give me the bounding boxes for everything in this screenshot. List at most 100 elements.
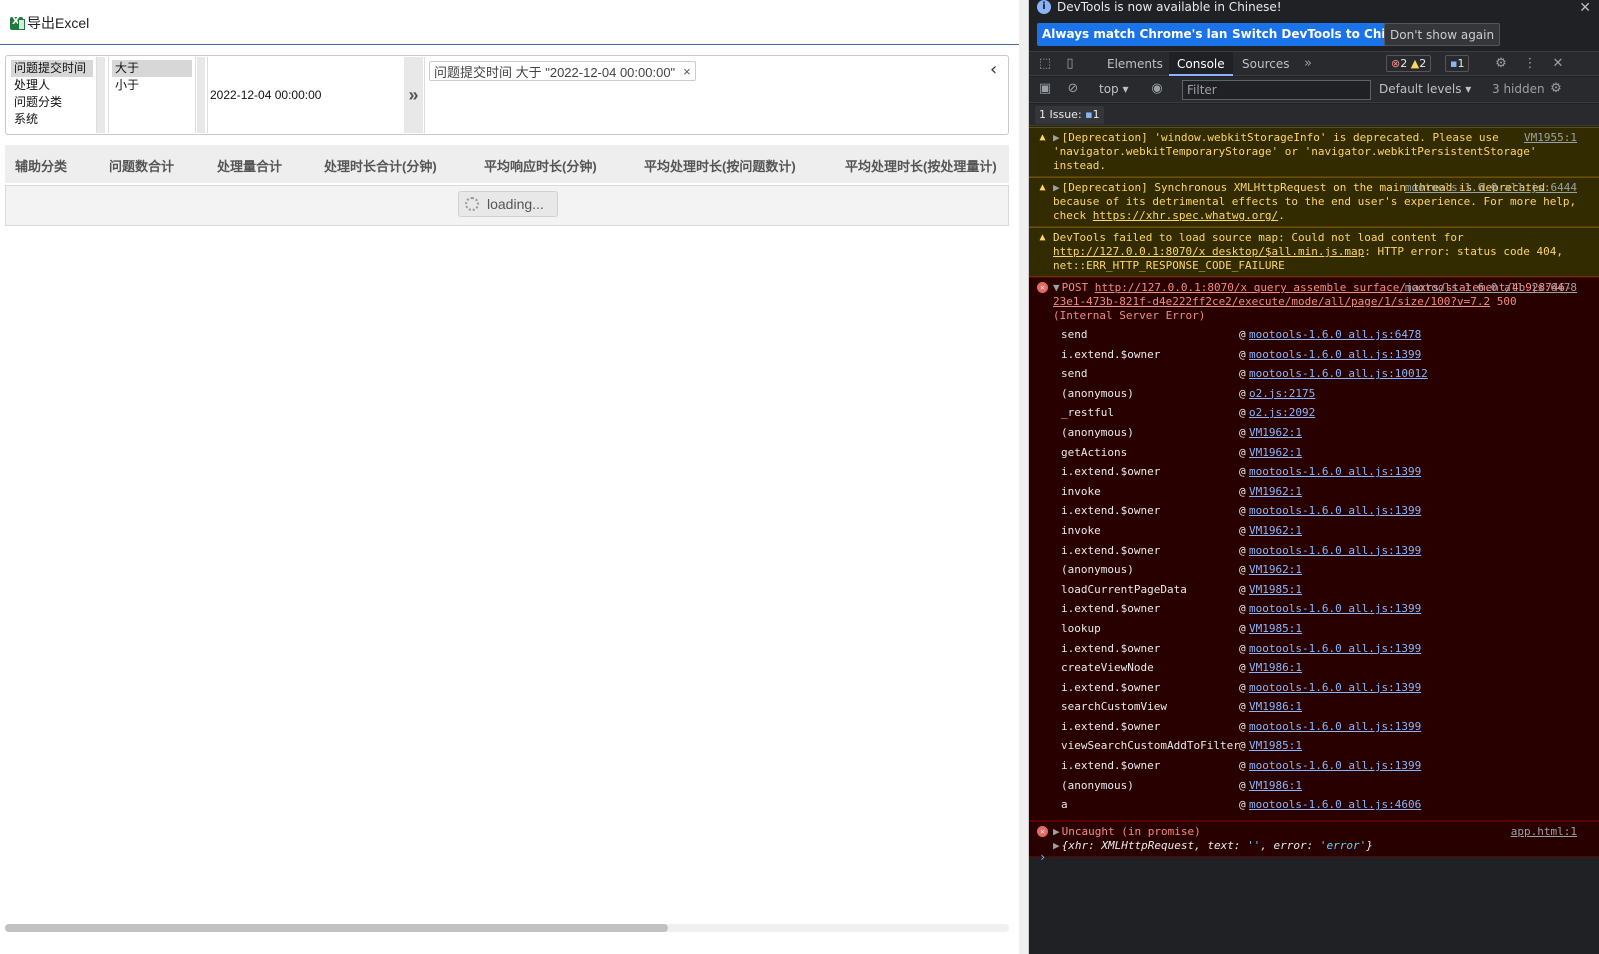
stack-trace: send @ mootools-1.6.0 all.js:6478 i.extend.… [1053, 323, 1577, 817]
filter-operator-list[interactable]: 大于 小于 [108, 57, 196, 133]
spinner-icon [465, 197, 479, 211]
field-option[interactable]: 系统 [11, 111, 93, 128]
expand-arrow-icon[interactable]: ▶ [1053, 131, 1060, 144]
frame-location-link[interactable]: mootools-1.6.0 all.js:1399 [1249, 756, 1421, 776]
infobar-text: DevTools is now available in Chinese! [1057, 0, 1282, 14]
frame-function: (anonymous) [1061, 425, 1134, 439]
column-header[interactable]: 问题数合计 [109, 156, 174, 175]
more-tabs-icon[interactable]: » [1301, 57, 1315, 71]
error-warning-counter[interactable]: ⊗2 ▲2 [1386, 55, 1432, 72]
frame-location-link[interactable]: mootools-1.6.0 all.js:1399 [1249, 541, 1421, 561]
frame-at: @ [1239, 484, 1246, 498]
console-settings-gear-icon[interactable]: ⚙ [1549, 82, 1563, 96]
issues-count: 1 [1092, 108, 1100, 121]
stack-frame: i.extend.$owner @ mootools-1.6.0 all.js:13… [1053, 678, 1577, 698]
frame-location-link[interactable]: VM1985:1 [1249, 736, 1302, 756]
column-header[interactable]: 平均处理时长(按处理量计) [845, 156, 997, 175]
issues-label: 1 Issue: [1039, 108, 1082, 121]
inspect-icon[interactable]: ⬚ [1038, 57, 1052, 71]
export-excel-label: 导出Excel [27, 15, 90, 31]
device-toggle-icon[interactable]: ▯ [1063, 57, 1077, 71]
frame-location-link[interactable]: o2.js:2092 [1249, 403, 1315, 423]
source-link[interactable]: app.html:1 [1511, 825, 1577, 839]
collapse-arrow-icon[interactable]: ▼ [1053, 281, 1060, 294]
source-link[interactable]: mootools-1.6.0 all.js:6478 [1405, 281, 1577, 295]
help-link[interactable]: https://xhr.spec.whatwg.org/ [1093, 209, 1278, 222]
frame-location-link[interactable]: mootools-1.6.0 all.js:1399 [1249, 501, 1421, 521]
field-list-scrollbar[interactable] [97, 57, 105, 133]
live-expression-eye-icon[interactable]: ◉ [1150, 82, 1164, 96]
frame-location-link[interactable]: mootools-1.6.0 all.js:1399 [1249, 599, 1421, 619]
field-option[interactable]: 问题提交时间 [11, 60, 93, 77]
panel-resizer[interactable] [1019, 0, 1029, 954]
operator-option[interactable]: 小于 [112, 77, 192, 94]
frame-location-link[interactable]: VM1962:1 [1249, 521, 1302, 541]
tab-console[interactable]: Console [1169, 52, 1233, 76]
frame-location-link[interactable]: mootools-1.6.0 all.js:1399 [1249, 717, 1421, 737]
context-selector[interactable]: top ▾ [1099, 82, 1129, 96]
expand-arrow-icon[interactable]: ▶ [1053, 181, 1060, 194]
frame-location-link[interactable]: mootools-1.6.0 all.js:4606 [1249, 795, 1421, 815]
warning-icon: ▲ [1039, 232, 1046, 243]
frame-location-link[interactable]: VM1985:1 [1249, 580, 1302, 600]
export-excel-button[interactable]: 导出Excel [10, 13, 89, 33]
source-link[interactable]: VM1955:1 [1524, 131, 1577, 145]
frame-location-link[interactable]: VM1962:1 [1249, 423, 1302, 443]
tab-elements[interactable]: Elements [1099, 52, 1171, 76]
frame-function: i.extend.$owner [1061, 465, 1161, 479]
column-header[interactable]: 平均响应时长(分钟) [484, 156, 597, 175]
frame-location-link[interactable]: mootools-1.6.0 all.js:1399 [1249, 462, 1421, 482]
request-method: POST [1061, 281, 1089, 294]
column-header[interactable]: 辅助分类 [15, 156, 67, 175]
console-error: ✕ ▼ POST http://127.0.0.1:8070/x query as… [1029, 277, 1599, 821]
operator-option[interactable]: 大于 [112, 60, 192, 77]
stack-frame: i.extend.$owner @ mootools-1.6.0 all.js:13… [1053, 717, 1577, 737]
source-link[interactable]: mootools-1.6.0 all.js:6444 [1405, 181, 1577, 195]
frame-location-link[interactable]: VM1962:1 [1249, 443, 1302, 463]
frame-at: @ [1239, 386, 1246, 400]
sidebar-toggle-icon[interactable]: ▣ [1038, 82, 1052, 96]
column-header[interactable]: 处理时长合计(分钟) [324, 156, 437, 175]
field-option[interactable]: 问题分类 [11, 94, 93, 111]
frame-location-link[interactable]: mootools-1.6.0 all.js:10012 [1249, 364, 1428, 384]
message-counter[interactable]: ▪1 [1445, 55, 1470, 72]
stack-frame: viewSearchCustomAddToFilter @ VM1985:1 [1053, 736, 1577, 756]
tab-sources[interactable]: Sources [1234, 52, 1297, 76]
collapse-panel-icon[interactable]: ‹ [990, 61, 1004, 79]
frame-location-link[interactable]: VM1986:1 [1249, 697, 1302, 717]
console-filter-input[interactable]: Filter [1182, 80, 1371, 100]
frame-location-link[interactable]: mootools-1.6.0 all.js:6478 [1249, 325, 1421, 345]
column-header[interactable]: 处理量合计 [217, 156, 282, 175]
close-devtools-icon[interactable]: ✕ [1551, 57, 1565, 71]
expand-arrow-icon[interactable]: ▶ [1053, 825, 1060, 838]
frame-location-link[interactable]: VM1962:1 [1249, 482, 1302, 502]
scrollbar-thumb[interactable] [5, 924, 668, 932]
clear-console-icon[interactable]: ⊘ [1066, 82, 1080, 96]
settings-gear-icon[interactable]: ⚙ [1494, 57, 1508, 71]
frame-location-link[interactable]: VM1985:1 [1249, 619, 1302, 639]
dont-show-again-button[interactable]: Don't show again [1384, 23, 1501, 46]
filter-field-list[interactable]: 问题提交时间 处理人 问题分类 系统 [8, 57, 97, 133]
log-levels-dropdown[interactable]: Default levels ▾ [1379, 82, 1471, 96]
close-icon[interactable]: ✕ [1579, 0, 1591, 16]
field-option[interactable]: 处理人 [11, 77, 93, 94]
frame-location-link[interactable]: mootools-1.6.0 all.js:1399 [1249, 345, 1421, 365]
column-header[interactable]: 平均处理时长(按问题数计) [644, 156, 796, 175]
sourcemap-link[interactable]: http://127.0.0.1:8070/x desktop/$all.min… [1053, 245, 1364, 258]
filter-value-input[interactable]: 2022-12-04 00:00:00 [207, 57, 403, 133]
frame-location-link[interactable]: mootools-1.6.0 all.js:1399 [1249, 678, 1421, 698]
hidden-count: 3 hidden [1492, 82, 1545, 96]
frame-location-link[interactable]: VM1986:1 [1249, 776, 1302, 796]
frame-location-link[interactable]: VM1986:1 [1249, 658, 1302, 678]
console-prompt[interactable]: › [1029, 847, 1599, 867]
frame-location-link[interactable]: o2.js:2175 [1249, 384, 1315, 404]
excel-icon [10, 16, 25, 30]
frame-location-link[interactable]: mootools-1.6.0 all.js:1399 [1249, 639, 1421, 659]
frame-location-link[interactable]: VM1962:1 [1249, 560, 1302, 580]
kebab-menu-icon[interactable]: ⋮ [1523, 57, 1537, 71]
issues-button[interactable]: 1 Issue: ▪1 [1035, 106, 1104, 124]
remove-filter-icon[interactable]: × [683, 64, 691, 79]
operator-list-scrollbar[interactable] [197, 57, 205, 133]
add-filter-button[interactable]: » [404, 57, 423, 133]
horizontal-scrollbar[interactable] [5, 924, 1009, 932]
